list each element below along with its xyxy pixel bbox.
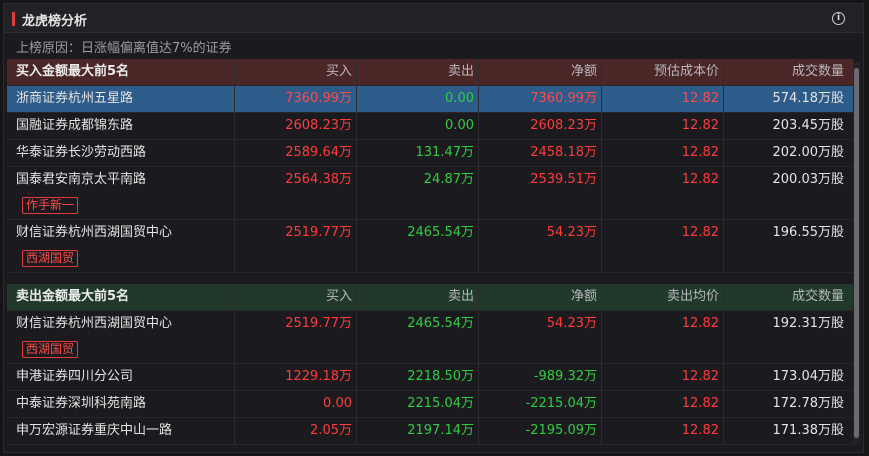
volume: 173.04万股 (772, 369, 845, 384)
broker-name: 中泰证券深圳科苑南路 (16, 396, 147, 411)
net-amount: 2539.51万 (530, 172, 597, 187)
sell-amount: 24.87万 (423, 172, 474, 187)
price: 12.82 (681, 369, 719, 384)
header-sell: 卖出 (447, 64, 474, 79)
sell-table-header: 卖出金额最大前5名 买入 卖出 净额 卖出均价 成交数量 (7, 284, 853, 311)
buy-amount: 2519.77万 (285, 225, 352, 240)
sell-amount: 2465.54万 (407, 225, 474, 240)
table-row[interactable]: 浙商证券杭州五星路 7360.99万 0.00 7360.99万 12.82 5… (7, 86, 853, 113)
broker-name: 浙商证券杭州五星路 (16, 91, 134, 106)
sell-amount: 0.00 (445, 91, 474, 106)
table-row[interactable]: 中泰证券深圳科苑南路 0.00 2215.04万 -2215.04万 12.82… (7, 391, 853, 418)
header-volume: 成交数量 (791, 289, 844, 304)
table-row[interactable]: 申港证券四川分公司 1229.18万 2218.50万 -989.32万 12.… (7, 364, 853, 391)
broker-name: 国融证券成都锦东路 (16, 118, 134, 133)
buy-amount: 2564.38万 (285, 172, 352, 187)
header-price: 预估成本价 (653, 64, 719, 79)
buy-amount: 1229.18万 (285, 369, 352, 384)
broker-name: 华泰证券长沙劳动西路 (16, 145, 147, 160)
buy-amount: 2608.23万 (285, 118, 352, 133)
sell-amount: 2218.50万 (407, 369, 474, 384)
buy-amount: 7360.99万 (285, 91, 352, 106)
buy-table: 买入金额最大前5名 买入 卖出 净额 预估成本价 成交数量 浙商证券杭州五星路 … (7, 59, 853, 273)
header-volume: 成交数量 (791, 64, 844, 79)
table-row[interactable]: 华泰证券长沙劳动西路 2589.64万 131.47万 2458.18万 12.… (7, 140, 853, 167)
header-net: 净额 (570, 64, 597, 79)
header-title: 卖出金额最大前5名 (16, 289, 130, 304)
net-amount: 2608.23万 (530, 118, 597, 133)
net-amount: -2215.04万 (525, 396, 597, 411)
volume: 172.78万股 (772, 396, 845, 411)
header-sell: 卖出 (447, 289, 474, 304)
volume: 574.18万股 (772, 91, 845, 106)
buy-amount: 2.05万 (310, 423, 352, 438)
volume: 200.03万股 (772, 172, 845, 187)
volume: 202.00万股 (772, 145, 845, 160)
price: 12.82 (681, 145, 719, 160)
table-row[interactable]: 申万宏源证券重庆中山一路 2.05万 2197.14万 -2195.09万 12… (7, 418, 853, 445)
header-buy: 买入 (325, 64, 352, 79)
price: 12.82 (681, 396, 719, 411)
net-amount: -2195.09万 (525, 423, 597, 438)
panel-title-bar: 龙虎榜分析 i (4, 4, 863, 33)
price: 12.82 (681, 423, 719, 438)
title-accent-bar (12, 12, 15, 26)
net-amount: 54.23万 (546, 316, 597, 331)
info-icon[interactable]: i (832, 12, 845, 25)
sell-amount: 131.47万 (415, 145, 475, 160)
header-buy: 买入 (325, 289, 352, 304)
table-row[interactable]: 国融证券成都锦东路 2608.23万 0.00 2608.23万 12.82 2… (7, 113, 853, 140)
broker-name: 财信证券杭州西湖国贸中心 (16, 316, 173, 331)
header-price: 卖出均价 (666, 289, 719, 304)
buy-amount: 2589.64万 (285, 145, 352, 160)
price: 12.82 (681, 316, 719, 331)
volume: 203.45万股 (772, 118, 845, 133)
sell-table: 卖出金额最大前5名 买入 卖出 净额 卖出均价 成交数量 财信证券杭州西湖国贸中… (7, 284, 853, 445)
header-title: 买入金额最大前5名 (16, 64, 130, 79)
sell-amount: 2465.54万 (407, 316, 474, 331)
net-amount: 54.23万 (546, 225, 597, 240)
trader-tag[interactable]: 作手新一 (22, 197, 79, 214)
broker-name: 财信证券杭州西湖国贸中心 (16, 225, 173, 240)
sell-amount: 2197.14万 (407, 423, 474, 438)
table-row[interactable]: 国泰君安南京太平南路 2564.38万 24.87万 2539.51万 12.8… (7, 167, 853, 220)
price: 12.82 (681, 225, 719, 240)
header-net: 净额 (570, 289, 597, 304)
volume: 196.55万股 (772, 225, 845, 240)
trader-tag[interactable]: 西湖国贸 (22, 341, 79, 358)
dragon-tiger-panel: 龙虎榜分析 i 上榜原因：日涨幅偏离值达7%的证券 买入金额最大前5名 买入 卖… (3, 3, 864, 453)
net-amount: 7360.99万 (530, 91, 597, 106)
trader-tag[interactable]: 西湖国贸 (22, 250, 79, 267)
price: 12.82 (681, 91, 719, 106)
broker-name: 申万宏源证券重庆中山一路 (16, 423, 173, 438)
price: 12.82 (681, 172, 719, 187)
broker-name: 国泰君安南京太平南路 (16, 172, 147, 187)
buy-amount: 2519.77万 (285, 316, 352, 331)
broker-name: 申港证券四川分公司 (16, 369, 134, 384)
buy-table-header: 买入金额最大前5名 买入 卖出 净额 预估成本价 成交数量 (7, 59, 853, 86)
net-amount: 2458.18万 (530, 145, 597, 160)
scrollbar-thumb[interactable] (854, 68, 859, 438)
vertical-scrollbar[interactable] (853, 62, 860, 444)
volume: 171.38万股 (772, 423, 845, 438)
panel-title: 龙虎榜分析 (22, 14, 88, 29)
price: 12.82 (681, 118, 719, 133)
buy-amount: 0.00 (323, 396, 352, 411)
sell-amount: 0.00 (445, 118, 474, 133)
volume: 192.31万股 (772, 316, 845, 331)
sell-amount: 2215.04万 (407, 396, 474, 411)
listing-reason: 上榜原因：日涨幅偏离值达7%的证券 (16, 41, 232, 56)
net-amount: -989.32万 (533, 369, 597, 384)
table-row[interactable]: 财信证券杭州西湖国贸中心 2519.77万 2465.54万 54.23万 12… (7, 311, 853, 364)
table-row[interactable]: 财信证券杭州西湖国贸中心 2519.77万 2465.54万 54.23万 12… (7, 220, 853, 273)
